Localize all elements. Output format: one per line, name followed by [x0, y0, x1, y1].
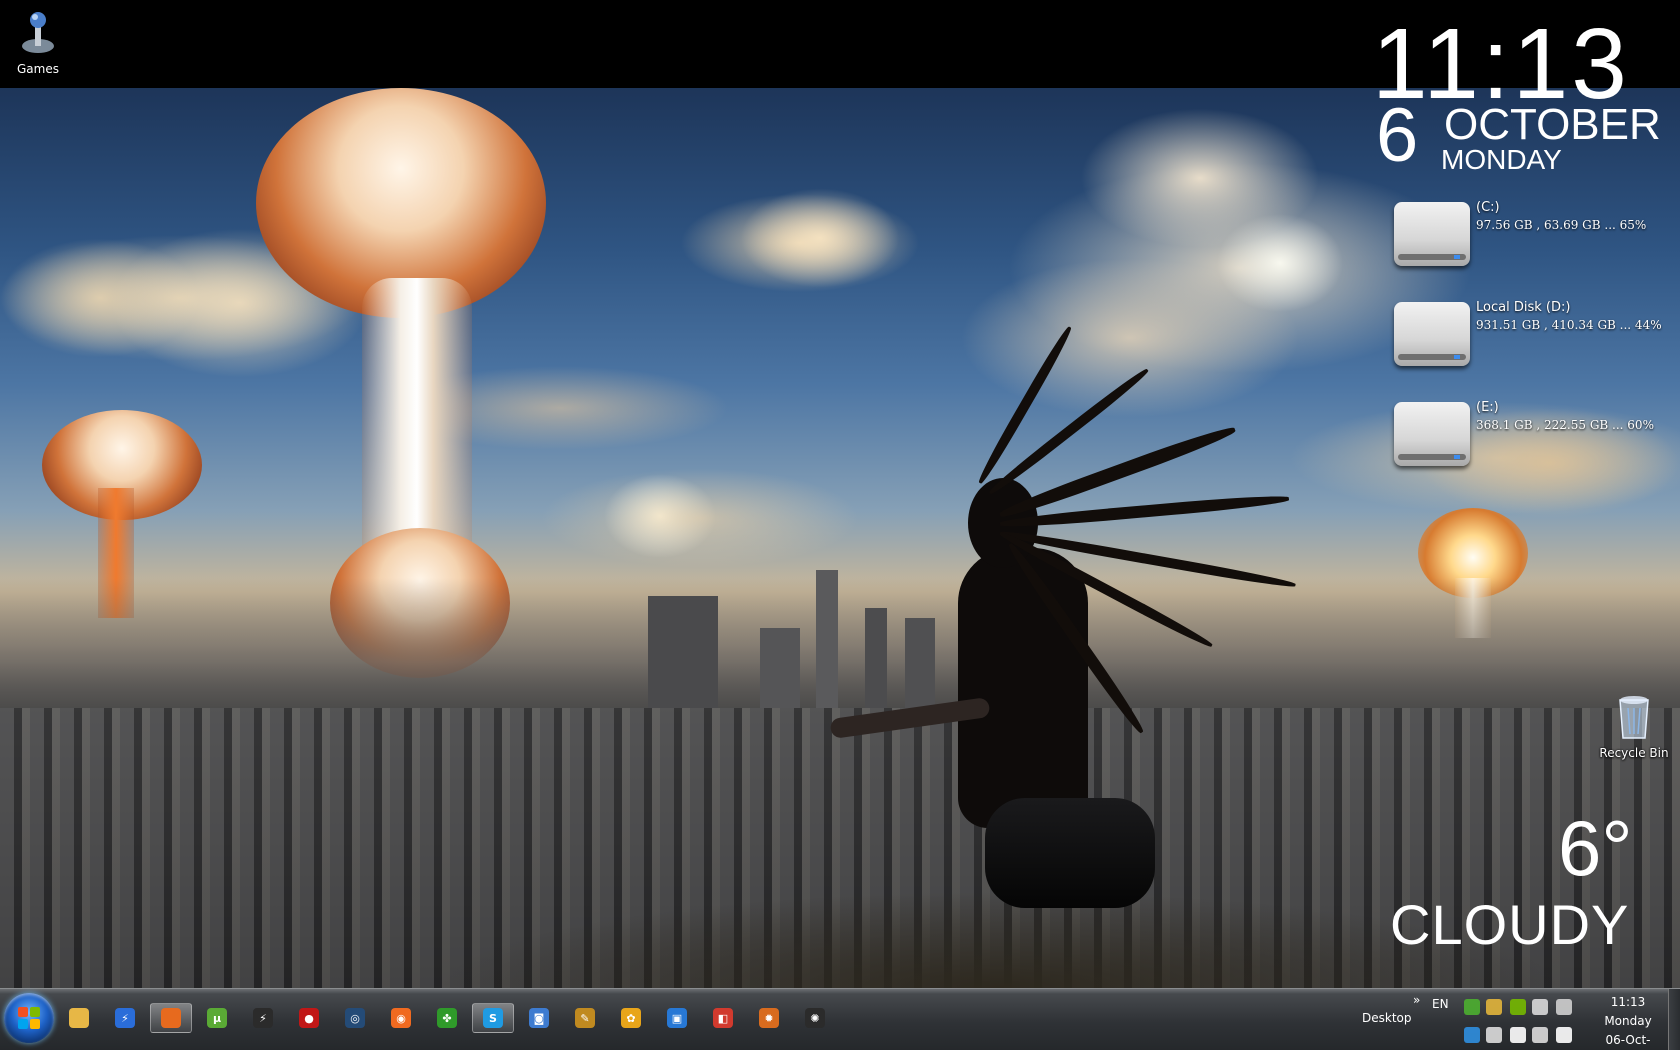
k-icon[interactable]: [1532, 999, 1548, 1015]
taskbar-app-remote[interactable]: ▣: [656, 1003, 698, 1033]
weather-temperature: 6°: [1558, 804, 1633, 892]
taskbar-app-paw-app[interactable]: ✿: [610, 1003, 652, 1033]
figure-body: [958, 548, 1088, 828]
windows-start-icon: [18, 1007, 40, 1029]
taskbar-app-origin[interactable]: ◉: [380, 1003, 422, 1033]
drive-name: Local Disk (D:): [1476, 300, 1571, 315]
taskbar: ⚡ µ ⚡ ● ◎ ◉ ✤ S ◙ ✎ ✿ ▣ ◧ ✹ ✺ » Desktop EN 11:13 Monda…: [0, 988, 1680, 1050]
speaker-icon[interactable]: [1556, 1027, 1572, 1043]
green-clover-icon: ✤: [437, 1008, 457, 1028]
taskbar-app-chrome-like[interactable]: ◧: [702, 1003, 744, 1033]
taskbar-clock[interactable]: 11:13 Monday 06-Oct-14: [1598, 993, 1658, 1050]
taskbar-clock-time: 11:13: [1610, 995, 1646, 1009]
drive-info: 97.56 GB , 63.69 GB ... 65%: [1476, 218, 1647, 232]
network-icon[interactable]: [1486, 1027, 1502, 1043]
skyscraper: [760, 628, 800, 718]
city-haze: [0, 578, 1680, 718]
taskbar-app-steam[interactable]: ◎: [334, 1003, 376, 1033]
record-icon: ●: [299, 1008, 319, 1028]
nvidia-icon[interactable]: [1510, 999, 1526, 1015]
show-desktop-button[interactable]: [1668, 989, 1680, 1050]
keyboard-icon[interactable]: [1556, 999, 1572, 1015]
taskbar-app-xbox-app[interactable]: ✤: [426, 1003, 468, 1033]
wallpaper-cloud: [960, 258, 1300, 418]
skyscraper: [905, 618, 935, 718]
firefox-icon: [161, 1008, 181, 1028]
taskbar-app-explorer[interactable]: [58, 1003, 100, 1033]
drive-name: (C:): [1476, 200, 1500, 215]
taskbar-clock-weekday: Monday: [1604, 1014, 1652, 1028]
joystick-icon: [22, 12, 54, 53]
wallpaper-cloud: [1080, 108, 1320, 248]
folder-icon: [69, 1008, 89, 1028]
taskbar-app-recorder[interactable]: ●: [288, 1003, 330, 1033]
gear-icon: ✹: [759, 1008, 779, 1028]
drive-info: 368.1 GB , 222.55 GB ... 60%: [1476, 418, 1654, 432]
utorrent-icon: µ: [207, 1008, 227, 1028]
skyscraper: [816, 570, 838, 720]
hard-drive-icon: [1394, 202, 1470, 266]
weather-condition: CLOUDY: [1390, 893, 1630, 956]
drive-info: 931.51 GB , 410.34 GB ... 44%: [1476, 318, 1662, 332]
clock-widget-weekday: MONDAY: [1441, 144, 1562, 175]
clock-widget-day: 6: [1376, 93, 1419, 178]
monitor-icon: ▣: [667, 1008, 687, 1028]
winamp-icon: ⚡: [253, 1008, 273, 1028]
recycle-bin-icon: [1619, 696, 1649, 739]
display-icon[interactable]: [1532, 1027, 1548, 1043]
recycle-bin-desktop-icon[interactable]: Recycle Bin: [1594, 694, 1674, 760]
recycle-bin-label: Recycle Bin: [1599, 746, 1669, 760]
taskbar-app-settings[interactable]: ✹: [748, 1003, 790, 1033]
taskbar-app-flashget[interactable]: ⚡: [104, 1003, 146, 1033]
desktop-toolbar-button[interactable]: Desktop: [1362, 1011, 1412, 1025]
figure-legs: [985, 798, 1155, 908]
desktop: Games Recycle Bin 11:13 6 OCTOBER MONDAY…: [0, 0, 1680, 988]
drive-e[interactable]: (E:) 368.1 GB , 222.55 GB ... 60%: [1394, 400, 1664, 480]
taskbar-app-gimp-tool[interactable]: ✎: [564, 1003, 606, 1033]
taskbar-app-utorrent[interactable]: µ: [196, 1003, 238, 1033]
taskbar-app-firefox[interactable]: [150, 1003, 192, 1033]
games-desktop-icon[interactable]: Games: [0, 6, 78, 76]
hard-drive-icon: [1394, 302, 1470, 366]
taskbar-clock-date: 06-Oct-14: [1605, 1033, 1651, 1047]
origin-icon: ◉: [391, 1008, 411, 1028]
paw-icon: ✿: [621, 1008, 641, 1028]
camera-icon: ◙: [529, 1008, 549, 1028]
wallpaper-cloud: [740, 188, 900, 288]
shield-icon[interactable]: [1486, 999, 1502, 1015]
drive-c[interactable]: (C:) 97.56 GB , 63.69 GB ... 65%: [1394, 200, 1664, 280]
start-button[interactable]: [4, 993, 54, 1043]
hard-drive-icon: [1394, 402, 1470, 466]
steam-icon: ◎: [345, 1008, 365, 1028]
skyscraper: [648, 596, 718, 716]
games-label: Games: [17, 62, 59, 76]
skyscraper: [865, 608, 887, 718]
multicolor-icon: ◧: [713, 1008, 733, 1028]
skype-icon: S: [483, 1008, 503, 1028]
drive-d[interactable]: Local Disk (D:) 931.51 GB , 410.34 GB ..…: [1394, 300, 1664, 380]
spiral-icon: ✺: [805, 1008, 825, 1028]
taskbar-app-winamp[interactable]: ⚡: [242, 1003, 284, 1033]
wallpaper-cloud: [540, 468, 860, 568]
app-blue-icon[interactable]: [1464, 1027, 1480, 1043]
clock-widget-month: OCTOBER: [1444, 100, 1661, 149]
lightning-icon: ⚡: [115, 1008, 135, 1028]
green-tray-icon[interactable]: [1464, 999, 1480, 1015]
taskbar-app-camera[interactable]: ◙: [518, 1003, 560, 1033]
drive-name: (E:): [1476, 400, 1499, 415]
fox-icon: ✎: [575, 1008, 595, 1028]
toolbar-overflow-button[interactable]: »: [1413, 993, 1420, 1007]
taskbar-app-blackhole[interactable]: ✺: [794, 1003, 836, 1033]
taskbar-app-skype[interactable]: S: [472, 1003, 514, 1033]
language-indicator[interactable]: EN: [1432, 997, 1449, 1011]
flag-icon[interactable]: [1510, 1027, 1526, 1043]
